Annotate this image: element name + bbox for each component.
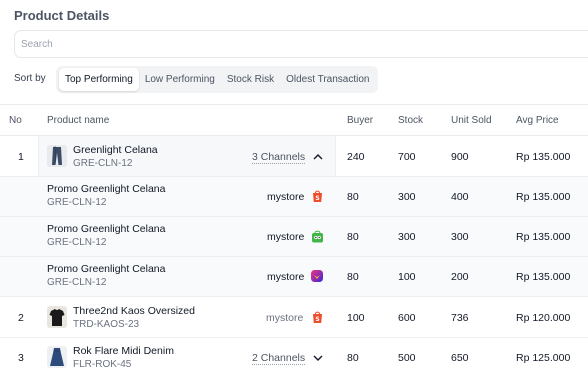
buyer-value: 80 <box>347 231 359 243</box>
column-header-buyer[interactable]: Buyer <box>347 115 373 126</box>
column-header-no[interactable]: No <box>9 115 22 126</box>
product-sku: TRD-KAOS-23 <box>73 319 195 330</box>
shopee-icon: S <box>311 189 324 203</box>
product-name[interactable]: Greenlight Celana <box>73 144 158 156</box>
skirt-icon <box>47 346 67 368</box>
shopee-icon: S <box>311 310 324 324</box>
page-title: Product Details <box>14 8 109 23</box>
lazada-icon <box>310 269 324 283</box>
chevron-up-icon[interactable] <box>312 151 324 163</box>
stock-value: 500 <box>398 352 416 364</box>
store-name: mystore <box>267 191 304 203</box>
channels-link[interactable]: 2 Channels <box>252 352 305 364</box>
buyer-value: 240 <box>347 151 365 163</box>
tokopedia-icon <box>311 229 324 243</box>
sort-tab-top-performing[interactable]: Top Performing <box>59 68 139 91</box>
product-name[interactable]: Rok Flare Midi Denim <box>73 345 174 357</box>
table-subrow[interactable]: Promo Greenlight Celana GRE-CLN-12 mysto… <box>0 217 588 257</box>
variant-name[interactable]: Promo Greenlight Celana <box>47 223 165 235</box>
buyer-value: 100 <box>347 312 365 324</box>
search-box[interactable] <box>14 30 588 58</box>
store-name: mystore <box>267 271 304 283</box>
product-sku: GRE-CLN-12 <box>73 158 158 169</box>
avg-price-value: Rp 135.000 <box>516 191 570 203</box>
row-number: 1 <box>18 151 24 163</box>
sort-tab-stock-risk[interactable]: Stock Risk <box>221 68 280 91</box>
variant-name[interactable]: Promo Greenlight Celana <box>47 263 165 275</box>
unit-sold-value: 200 <box>451 271 469 283</box>
avg-price-value: Rp 135.000 <box>516 151 570 163</box>
search-input[interactable] <box>15 31 588 57</box>
table-row[interactable]: 3 Rok Flare Midi Denim FLR-ROK-45 2 Chan… <box>0 338 588 378</box>
avg-price-value: Rp 125.000 <box>516 352 570 364</box>
table-subrow[interactable]: Promo Greenlight Celana GRE-CLN-12 mysto… <box>0 257 588 297</box>
sort-tabs: Top Performing Low Performing Stock Risk… <box>56 66 378 93</box>
column-header-stock[interactable]: Stock <box>398 115 423 126</box>
sort-tab-low-performing[interactable]: Low Performing <box>139 68 221 91</box>
buyer-value: 80 <box>347 352 359 364</box>
column-header-product[interactable]: Product name <box>47 115 109 126</box>
store-name: mystore <box>267 231 304 243</box>
svg-text:S: S <box>315 195 319 202</box>
avg-price-value: Rp 135.000 <box>516 271 570 283</box>
sort-tab-oldest-transaction[interactable]: Oldest Transaction <box>280 68 375 91</box>
table-row[interactable]: 2 Three2nd Kaos Oversized TRD-KAOS-23 my… <box>0 297 588 338</box>
column-header-unit-sold[interactable]: Unit Sold <box>451 115 492 126</box>
variant-sku: GRE-CLN-12 <box>47 237 165 248</box>
stock-value: 100 <box>398 271 416 283</box>
avg-price-value: Rp 120.000 <box>516 312 570 324</box>
variant-sku: GRE-CLN-12 <box>47 277 165 288</box>
table-row[interactable]: 1 Greenlight Celana GRE-CLN-12 3 Channel… <box>0 136 588 177</box>
unit-sold-value: 736 <box>451 312 469 324</box>
unit-sold-value: 900 <box>451 151 469 163</box>
avg-price-value: Rp 135.000 <box>516 231 570 243</box>
stock-value: 600 <box>398 312 416 324</box>
channels-link[interactable]: 3 Channels <box>252 151 305 163</box>
chevron-down-icon[interactable] <box>312 352 324 364</box>
product-sku: FLR-ROK-45 <box>73 359 174 370</box>
table-subrow[interactable]: Promo Greenlight Celana GRE-CLN-12 mysto… <box>0 177 588 217</box>
jeans-icon <box>47 145 67 167</box>
product-name[interactable]: Three2nd Kaos Oversized <box>73 305 195 317</box>
buyer-value: 80 <box>347 271 359 283</box>
unit-sold-value: 300 <box>451 231 469 243</box>
unit-sold-value: 650 <box>451 352 469 364</box>
row-number: 3 <box>18 352 24 364</box>
stock-value: 300 <box>398 191 416 203</box>
stock-value: 700 <box>398 151 416 163</box>
sort-label: Sort by <box>14 73 46 84</box>
column-header-avg-price[interactable]: Avg Price <box>516 115 559 126</box>
svg-text:S: S <box>315 316 319 323</box>
variant-name[interactable]: Promo Greenlight Celana <box>47 183 165 195</box>
buyer-value: 80 <box>347 191 359 203</box>
tshirt-icon <box>47 306 67 328</box>
table-header: No Product name Buyer Stock Unit Sold Av… <box>0 104 588 136</box>
unit-sold-value: 400 <box>451 191 469 203</box>
store-name: mystore <box>266 312 303 324</box>
stock-value: 300 <box>398 231 416 243</box>
row-number: 2 <box>18 312 24 324</box>
variant-sku: GRE-CLN-12 <box>47 197 165 208</box>
